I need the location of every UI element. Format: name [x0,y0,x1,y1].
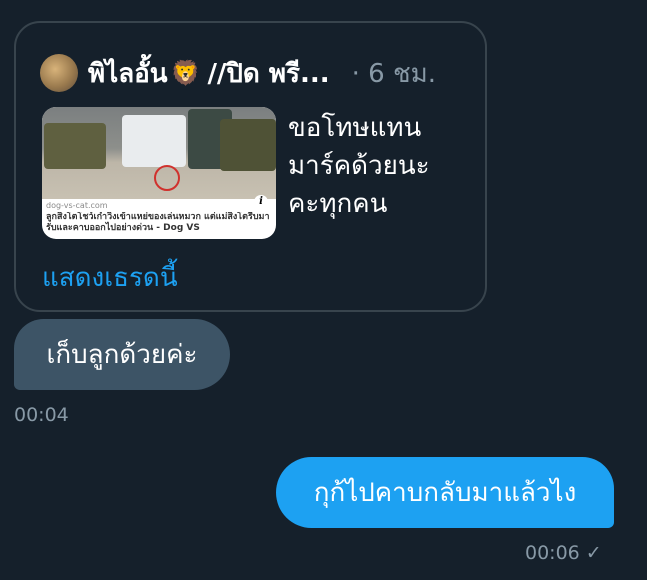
quoted-text-line: มาร์คด้วยนะ [288,151,430,181]
sent-check-icon: ✓ [585,542,602,564]
author-avatar[interactable] [40,54,78,92]
lion-emoji-icon: 🦁 [170,59,201,87]
author-name[interactable]: พิไลอั้น [88,53,168,94]
quoted-text-line: ขอโทษแทน [288,113,422,143]
link-preview-image [42,107,276,199]
link-title: ลูกสิงโตโชว์เก๋าวิ่งเข้าแหย่ของเล่นหมวก … [46,212,270,233]
quoted-tweet-header: พิไลอั้น 🦁 //ปิด พรี... · 6 ชม. [40,53,436,93]
highlight-circle [154,165,180,191]
quoted-tweet-text: ขอโทษแทน มาร์คด้วยนะ คะทุกคน [288,109,430,223]
quoted-tweet-card[interactable]: พิไลอั้น 🦁 //ปิด พรี... · 6 ชม. i dog-vs… [14,21,487,312]
message-text: กุก้ไปคาบกลับมาแล้วไง [313,478,577,508]
message-timestamp: 00:06 [525,542,580,564]
link-preview-card[interactable]: i dog-vs-cat.com ลูกสิงโตโชว์เก๋าวิ่งเข้… [42,107,276,239]
quoted-text-line: คะทุกคน [288,189,388,219]
message-timestamp-outgoing: 00:06 ✓ [525,542,602,564]
info-icon[interactable]: i [254,195,268,209]
outgoing-message-bubble[interactable]: กุก้ไปคาบกลับมาแล้วไง [276,457,614,528]
link-domain: dog-vs-cat.com [46,201,108,210]
incoming-message-bubble[interactable]: เก็บลูกด้วยค่ะ [14,319,230,390]
tweet-time: · 6 ชม. [351,58,436,89]
show-thread-link[interactable]: แสดงเธรดนี้ [42,257,178,298]
message-text: เก็บลูกด้วยค่ะ [46,340,198,370]
message-timestamp: 00:04 [14,404,69,426]
author-name-suffix[interactable]: //ปิด พรี... [207,53,329,94]
